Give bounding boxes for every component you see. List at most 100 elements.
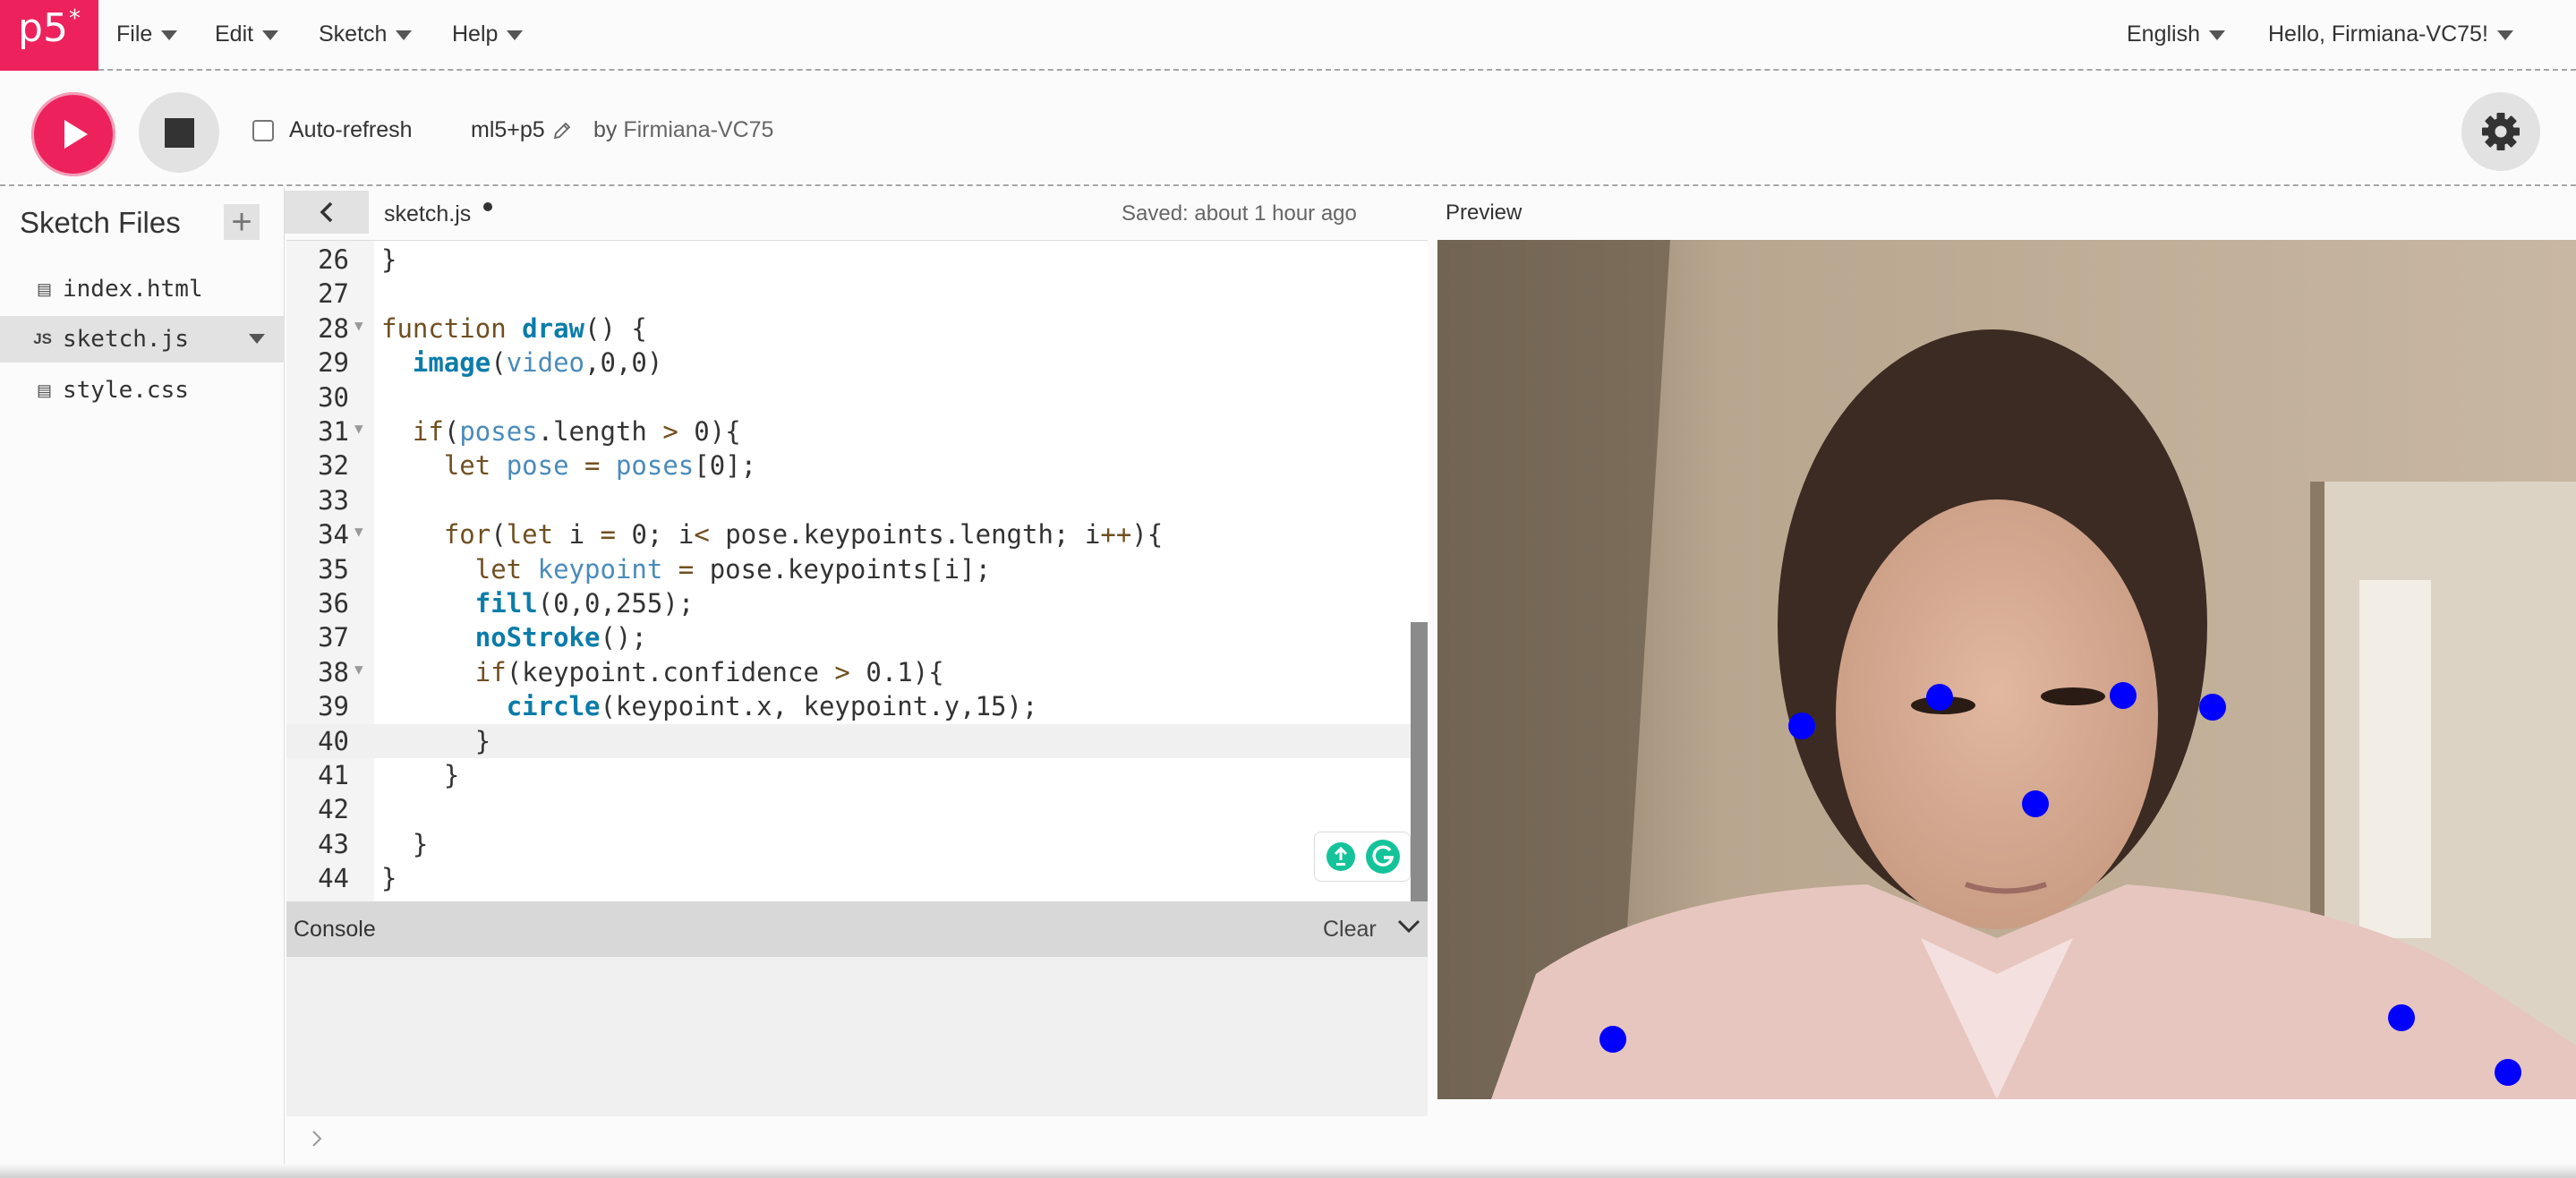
code-line[interactable]: 32 let pose = poses[0];	[286, 448, 1412, 482]
language-menu[interactable]: English	[2127, 0, 2225, 68]
author-link[interactable]: Firmiana-VC75	[623, 117, 773, 142]
code-text: let pose = poses[0];	[443, 450, 757, 482]
code-line[interactable]: 39 circle(keypoint.x, keypoint.y,15);	[286, 689, 1412, 723]
code-text: }	[381, 244, 397, 275]
code-text: }	[381, 863, 397, 894]
toolbar: Auto-refresh ml5+p5 by Firmiana-VC75	[0, 73, 2576, 186]
menu-help[interactable]: Help	[452, 0, 524, 68]
line-number: 44	[318, 863, 349, 894]
stop-button[interactable]	[139, 92, 219, 173]
code-text: image(video,0,0)	[412, 347, 663, 379]
code-line[interactable]: 33	[286, 483, 1412, 517]
line-number: 38	[318, 656, 349, 687]
keypoint-right-shoulder	[2388, 1004, 2415, 1031]
fold-toggle-icon[interactable]: ▼	[354, 653, 363, 687]
chevron-down-icon[interactable]	[1396, 918, 1421, 935]
code-line[interactable]: 37 noStroke();	[286, 620, 1412, 654]
keypoint-left-ear	[1788, 713, 1815, 739]
code-line[interactable]: 34 ▼ for(let i = 0; i< pose.keypoints.len…	[286, 517, 1412, 551]
file-item-index-html[interactable]: ▤ index.html	[0, 266, 285, 312]
chevron-right-icon	[312, 1131, 322, 1147]
by-prefix: by	[593, 117, 618, 142]
window-bottom-edge	[0, 1164, 2576, 1178]
auto-refresh-checkbox[interactable]	[252, 119, 274, 141]
fold-toggle-icon[interactable]: ▼	[354, 412, 363, 446]
fold-toggle-icon[interactable]: ▼	[354, 309, 363, 343]
sketch-name[interactable]: ml5+p5	[471, 117, 572, 143]
code-line[interactable]: 43 }	[286, 827, 1412, 861]
plus-icon: +	[231, 201, 252, 242]
code-text: let keypoint = pose.keypoints[i];	[474, 553, 992, 585]
js-file-icon: JS	[33, 330, 52, 347]
preview-canvas[interactable]	[1437, 240, 2576, 1099]
code-line[interactable]: 35 let keypoint = pose.keypoints[i];	[286, 552, 1412, 586]
scrollbar-thumb[interactable]	[1411, 622, 1428, 901]
lightbulb-icon[interactable]	[1325, 841, 1357, 873]
grammarly-icon[interactable]	[1365, 839, 1401, 875]
menu-sketch-label: Sketch	[319, 21, 388, 47]
code-text: function draw() {	[381, 312, 647, 344]
unsaved-indicator	[483, 202, 492, 211]
code-line[interactable]: 42	[286, 792, 1412, 826]
user-menu[interactable]: Hello, Firmiana-VC75!	[2268, 0, 2513, 68]
menu-edit-label: Edit	[215, 21, 254, 47]
file-item-sketch-js[interactable]: JS sketch.js	[0, 316, 285, 363]
fold-toggle-icon[interactable]: ▼	[354, 515, 363, 549]
keypoint-right-elbow	[2495, 1059, 2521, 1086]
add-file-button[interactable]: +	[224, 201, 260, 242]
code-line[interactable]: 38 ▼ if(keypoint.confidence > 0.1){	[286, 655, 1412, 689]
file-options-icon[interactable]	[249, 334, 265, 344]
console-input[interactable]	[286, 1116, 1428, 1161]
code-line[interactable]: 26}	[286, 243, 1412, 277]
line-number: 41	[318, 760, 349, 790]
editor-file-name: sketch.js	[384, 201, 472, 226]
chevron-down-icon	[161, 30, 178, 40]
console-header: Console Clear	[286, 901, 1428, 957]
code-line[interactable]: 40 }	[286, 723, 1412, 758]
play-button[interactable]	[31, 92, 115, 176]
code-line[interactable]: 28 ▼ function draw() {	[286, 312, 1412, 346]
sketch-author: by Firmiana-VC75	[593, 117, 773, 143]
line-number: 27	[318, 278, 349, 310]
chevron-down-icon	[2496, 30, 2513, 40]
menu-sketch[interactable]: Sketch	[319, 0, 413, 68]
keypoint-left-shoulder	[1599, 1026, 1626, 1053]
menu-file[interactable]: File	[116, 0, 178, 68]
code-line[interactable]: 36 fill(0,0,255);	[286, 586, 1412, 620]
chevron-down-icon	[2209, 30, 2225, 40]
chevron-down-icon	[507, 30, 524, 40]
code-text: circle(keypoint.x, keypoint.y,15);	[506, 691, 1038, 722]
code-editor[interactable]: 26} 27 28 ▼ function draw() {29 image(video,…	[286, 240, 1428, 901]
code-text: if(poses.length > 0){	[412, 416, 741, 447]
code-line[interactable]: 44}	[286, 861, 1412, 895]
p5-web-editor: { "nav": { "logo": "p5", "logo_star": "*…	[0, 0, 2576, 1178]
menu-edit[interactable]: Edit	[215, 0, 279, 68]
code-line[interactable]: 27	[286, 277, 1412, 311]
line-number: 31	[318, 416, 349, 447]
p5-logo[interactable]: p5 *	[0, 0, 98, 71]
editor-scrollbar[interactable]	[1411, 241, 1428, 901]
sidebar-title: Sketch Files	[20, 206, 181, 239]
code-text: if(keypoint.confidence > 0.1){	[474, 656, 944, 687]
code-line[interactable]: 29 image(video,0,0)	[286, 346, 1412, 380]
file-item-style-css[interactable]: ▤ style.css	[0, 367, 285, 414]
line-number: 37	[318, 622, 349, 653]
code-text: noStroke();	[474, 622, 647, 653]
collapse-sidebar-button[interactable]	[285, 191, 369, 234]
chevron-left-icon	[320, 201, 333, 223]
menu-file-label: File	[116, 21, 153, 47]
chevron-down-icon	[396, 30, 413, 40]
code-line[interactable]: 30	[286, 380, 1412, 414]
code-line[interactable]: 41 }	[286, 758, 1412, 792]
code-text: }	[412, 828, 429, 859]
pencil-icon[interactable]	[552, 121, 572, 141]
grammarly-widget[interactable]	[1314, 832, 1411, 882]
clothes	[2359, 580, 2431, 938]
clear-console-button[interactable]: Clear	[1323, 917, 1377, 943]
line-number: 36	[318, 588, 349, 619]
auto-refresh-toggle[interactable]: Auto-refresh	[252, 117, 413, 143]
code-line[interactable]: 31 ▼ if(poses.length > 0){	[286, 414, 1412, 448]
settings-button[interactable]	[2461, 92, 2540, 171]
play-icon	[64, 120, 88, 149]
code-text: fill(0,0,255);	[474, 588, 695, 619]
